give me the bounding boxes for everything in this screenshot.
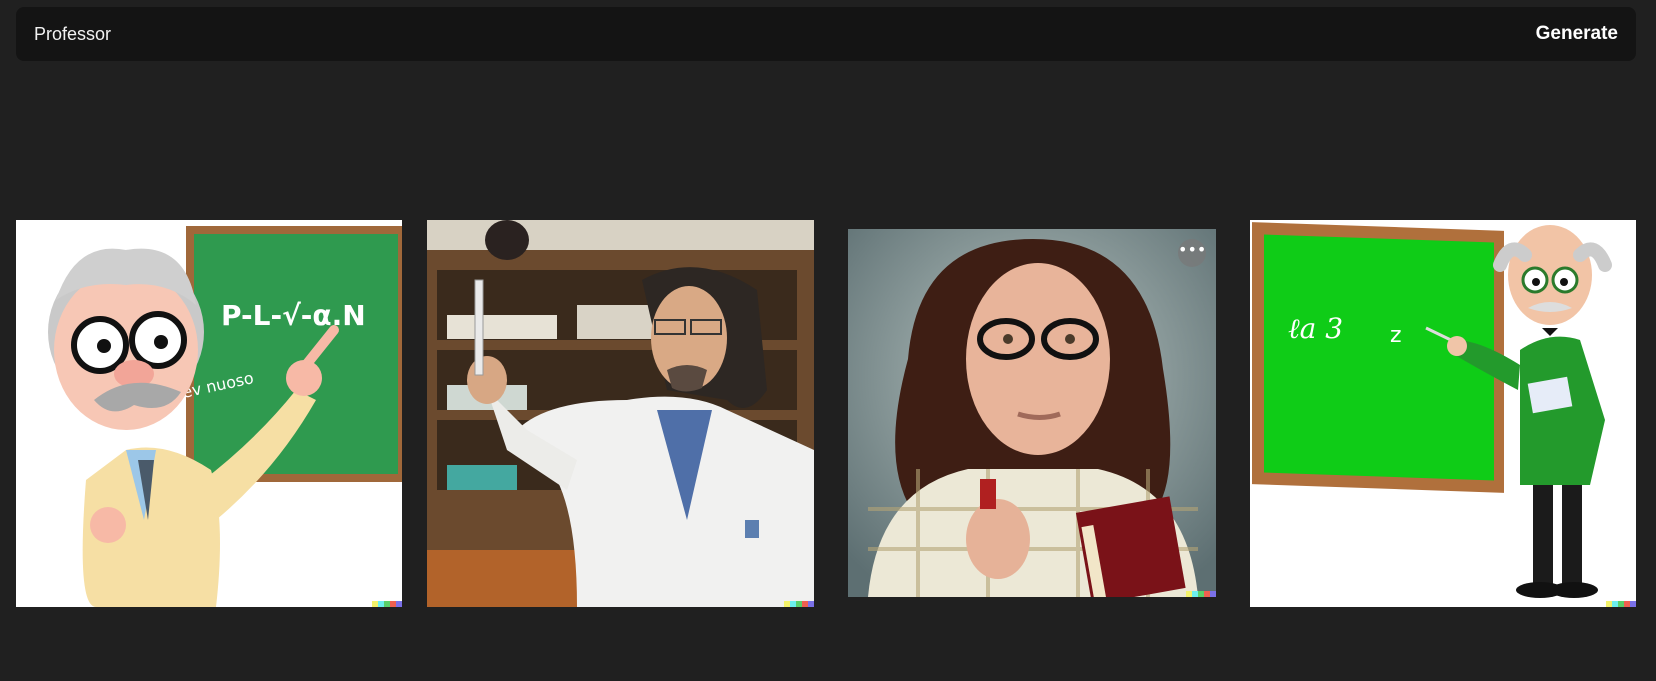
image-result-2[interactable]: [427, 220, 814, 607]
board-text-1: ℓa 3: [1288, 312, 1343, 345]
app-page: Generate P-L-√-α.N Vev nuoso: [0, 0, 1656, 681]
scientist-photo: [427, 220, 814, 607]
cartoon-professor-illustration: P-L-√-α.N Vev nuoso: [16, 220, 402, 607]
board-text-2: z: [1390, 323, 1402, 348]
more-options-button[interactable]: •••: [1178, 239, 1206, 267]
signature-mark: [1606, 601, 1636, 607]
signature-mark: [784, 601, 814, 607]
generate-button[interactable]: Generate: [1506, 7, 1636, 61]
prompt-bar: Generate: [16, 7, 1636, 61]
prompt-input[interactable]: [16, 7, 1506, 61]
signature-mark: [1186, 591, 1216, 597]
cartoon-professor-green-board-illustration: ℓa 3 z: [1250, 220, 1636, 607]
image-result-4[interactable]: ℓa 3 z: [1250, 220, 1636, 607]
professor-portrait-photo: [848, 229, 1216, 597]
signature-mark: [372, 601, 402, 607]
image-result-1[interactable]: P-L-√-α.N Vev nuoso: [16, 220, 402, 607]
board-text-1: P-L-√-α.N: [221, 299, 366, 332]
image-result-3[interactable]: •••: [848, 229, 1216, 597]
